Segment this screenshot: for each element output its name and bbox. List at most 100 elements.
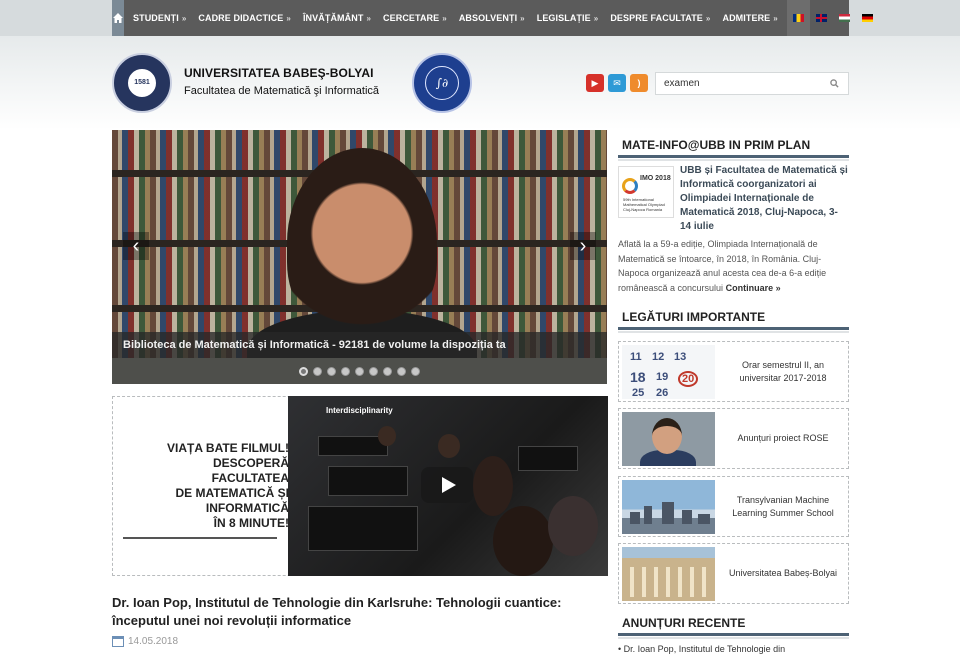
slider-dot[interactable] xyxy=(383,366,392,376)
nav-item-cercetare[interactable]: CERCETARE» xyxy=(380,0,450,36)
calendar-thumbnail: 11 12 13 18 19 20 25 26 xyxy=(622,345,715,399)
video-person xyxy=(473,456,513,516)
article-date: 14.05.2018 xyxy=(112,636,178,647)
slider-next-button[interactable]: › xyxy=(570,232,596,260)
hungarian-flag-icon[interactable] xyxy=(838,14,850,22)
promo-video[interactable]: Interdisciplinarity xyxy=(288,396,608,576)
mail-icon[interactable]: ✉ xyxy=(608,74,626,92)
announcement-item[interactable]: • Dr. Ioan Pop, Institutul de Tehnologie… xyxy=(618,644,849,654)
nav-item-despre-facultate[interactable]: DESPRE FACULTATE» xyxy=(607,0,713,36)
link-label: Anunțuri proiect ROSE xyxy=(737,433,829,443)
faculty-name[interactable]: Facultatea de Matematică şi Informatică xyxy=(184,85,379,97)
article-title[interactable]: Dr. Ioan Pop, Institutul de Tehnologie d… xyxy=(112,594,607,630)
slide-person xyxy=(287,148,437,338)
slider-dot[interactable] xyxy=(355,366,364,376)
search-input[interactable] xyxy=(656,73,824,94)
read-more-link[interactable]: Continuare » xyxy=(726,283,781,293)
section-heading-links: LEGĂTURI IMPORTANTE xyxy=(618,302,849,333)
faculty-logo-seal: ∫∂ xyxy=(425,66,459,100)
film-promo-rule xyxy=(123,537,277,539)
youtube-icon[interactable]: ▶ xyxy=(586,74,604,92)
video-monitor xyxy=(308,506,418,551)
film-promo-text[interactable]: VIAȚA BATE FILMUL! DESCOPERĂ FACULTATEA … xyxy=(123,441,289,531)
search-button[interactable] xyxy=(824,74,844,94)
ubb-logo[interactable]: 1581 xyxy=(112,53,172,113)
thumbnail-column xyxy=(642,567,646,597)
section-heading-prim-plan: MATE-INFO@UBB IN PRIM PLAN xyxy=(618,130,849,161)
rss-icon[interactable]: ) xyxy=(630,74,648,92)
english-flag-icon[interactable] xyxy=(815,14,827,22)
slider-dot[interactable] xyxy=(327,366,336,376)
news-thumbnail[interactable]: IMO 2018 59th International Mathematical… xyxy=(618,166,674,218)
video-person xyxy=(378,426,396,446)
link-label: Orar semestrul II, an universitar 2017-2… xyxy=(739,359,827,383)
slider-dot[interactable] xyxy=(397,366,406,376)
play-button-icon[interactable] xyxy=(421,467,473,503)
university-name[interactable]: UNIVERSITATEA BABEŞ-BOLYAI xyxy=(184,66,374,80)
nav-arrow-icon: » xyxy=(593,13,599,23)
nav-arrow-icon: » xyxy=(442,13,447,23)
slider-dot[interactable] xyxy=(411,366,420,376)
city-thumbnail xyxy=(622,480,715,534)
section-heading-announcements: ANUNȚURI RECENTE xyxy=(618,608,849,639)
rose-thumbnail xyxy=(622,412,715,466)
nav-arrow-icon: » xyxy=(366,13,372,23)
thumbnail-building xyxy=(644,506,652,524)
video-title: Interdisciplinarity xyxy=(326,406,393,415)
ubb-logo-seal: 1581 xyxy=(126,67,158,99)
slider-prev-button[interactable]: ‹ xyxy=(123,232,149,260)
link-card-orar[interactable]: 11 12 13 18 19 20 25 26 Orar semestrul I… xyxy=(618,341,849,402)
ubb-building-thumbnail xyxy=(622,547,715,601)
romanian-flag-icon[interactable] xyxy=(792,14,804,22)
nav-item-admitere[interactable]: ADMITERE» xyxy=(719,0,780,36)
slider-pagination xyxy=(112,358,607,384)
video-person xyxy=(493,506,553,576)
hero-slider[interactable]: ‹ › Biblioteca de Matematică și Informat… xyxy=(112,130,607,384)
search-box xyxy=(655,72,849,95)
nav-item-studenti[interactable]: STUDENȚI» xyxy=(130,0,189,36)
language-switcher xyxy=(786,0,879,36)
slider-dot[interactable] xyxy=(313,366,322,376)
nav-arrow-icon: » xyxy=(520,13,525,23)
video-monitor xyxy=(328,466,408,496)
nav-item-cadre-didactice[interactable]: CADRE DIDACTICE» xyxy=(195,0,294,36)
thumbnail-column xyxy=(630,567,634,597)
thumbnail-column xyxy=(702,567,706,597)
nav-arrow-icon: » xyxy=(286,13,291,23)
video-monitor xyxy=(518,446,578,471)
link-card-summer-school[interactable]: Transylvanian Machine Learning Summer Sc… xyxy=(618,476,849,537)
nav-arrow-icon: » xyxy=(773,13,778,23)
video-person xyxy=(438,434,460,458)
thumbnail-column xyxy=(690,567,694,597)
calendar-icon xyxy=(112,636,124,647)
home-button[interactable] xyxy=(112,0,124,36)
news-title[interactable]: UBB și Facultatea de Matematică și Infor… xyxy=(680,164,848,234)
search-icon xyxy=(829,79,839,88)
link-card-rose[interactable]: Anunțuri proiect ROSE xyxy=(618,408,849,469)
thumbnail-column xyxy=(666,567,670,597)
link-label: Transylvanian Machine Learning Summer Sc… xyxy=(732,494,834,518)
faculty-logo[interactable]: ∫∂ xyxy=(412,53,472,113)
slide-caption[interactable]: Biblioteca de Matematică și Informatică … xyxy=(112,332,607,358)
lang-ro-cell[interactable] xyxy=(786,0,810,36)
home-icon xyxy=(113,13,123,23)
german-flag-icon[interactable] xyxy=(861,14,873,22)
slider-dot[interactable] xyxy=(299,366,308,376)
thumbnail-person-face xyxy=(652,418,682,454)
film-promo: VIAȚA BATE FILMUL! DESCOPERĂ FACULTATEA … xyxy=(112,396,608,576)
thumbnail-building xyxy=(662,502,674,524)
thumbnail-column xyxy=(678,567,682,597)
nav-item-absolventi[interactable]: ABSOLVENȚI» xyxy=(456,0,528,36)
link-card-ubb[interactable]: Universitatea Babeș-Bolyai xyxy=(618,543,849,604)
slider-dot[interactable] xyxy=(369,366,378,376)
nav-item-legislatie[interactable]: LEGISLAȚIE» xyxy=(534,0,602,36)
thumbnail-building xyxy=(630,512,640,524)
news-body: Aflată la a 59-a ediție, Olimpiada Inter… xyxy=(618,239,827,293)
nav-arrow-icon: » xyxy=(705,13,711,23)
slider-dot[interactable] xyxy=(341,366,350,376)
nav-item-invatamant[interactable]: ÎNVĂȚĂMÂNT» xyxy=(300,0,374,36)
nav-arrow-icon: » xyxy=(181,13,187,23)
thumbnail-column xyxy=(654,567,658,597)
link-label: Universitatea Babeș-Bolyai xyxy=(728,568,838,578)
thumbnail-building xyxy=(682,510,692,524)
